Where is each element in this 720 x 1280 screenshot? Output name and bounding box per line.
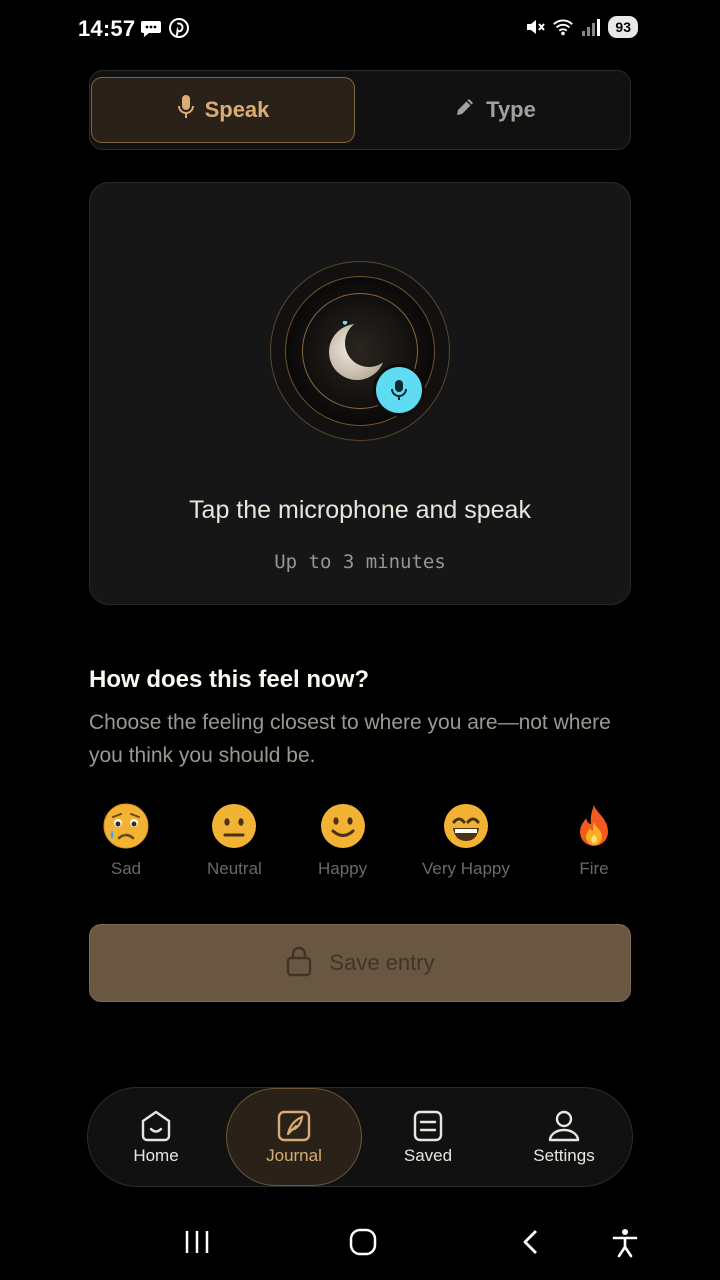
recent-apps-button[interactable] (184, 1228, 210, 1261)
mood-option-fire[interactable]: Fire (570, 802, 618, 879)
mood-heading: How does this feel now? (89, 666, 370, 693)
home-system-button[interactable] (349, 1228, 377, 1261)
mood-picker: Sad Neutral Happy Very Happy Fire (0, 802, 720, 882)
mood-label-fire: Fire (579, 859, 609, 878)
bottom-navigation: Home Journal Saved Settings (87, 1087, 633, 1187)
nav-settings[interactable]: Settings (514, 1088, 614, 1186)
mood-description: Choose the feeling closest to where you … (89, 711, 611, 767)
status-system-icons: 93 (524, 16, 638, 38)
lock-icon (285, 945, 313, 982)
nav-journal[interactable]: Journal (226, 1088, 362, 1186)
voice-instruction: Tap the microphone and speak (189, 496, 531, 524)
accessibility-button[interactable] (612, 1228, 638, 1263)
nav-saved-label: Saved (403, 1145, 453, 1165)
status-bar: 14:57 93 (0, 0, 720, 58)
back-icon (523, 1230, 537, 1254)
microphone-icon (391, 380, 407, 400)
mood-option-very-happy[interactable]: Very Happy (422, 802, 510, 879)
pencil-icon (454, 96, 476, 124)
saved-icon (413, 1110, 443, 1141)
mood-label-sad: Sad (110, 859, 142, 878)
pinterest-icon (168, 17, 190, 39)
wifi-icon (552, 16, 574, 38)
back-button[interactable] (520, 1228, 542, 1261)
mic-icon (177, 94, 195, 126)
type-tab-label: Type (486, 97, 536, 122)
save-entry-button[interactable]: Save entry (89, 924, 631, 1002)
accessibility-icon (612, 1229, 638, 1258)
fire-icon (570, 802, 618, 850)
battery-indicator: 93 (608, 16, 638, 38)
neutral-face-icon (210, 802, 258, 850)
grinning-face-icon (442, 802, 490, 850)
voice-orb[interactable] (270, 261, 450, 441)
speak-tab[interactable]: Speak (91, 77, 355, 143)
nav-journal-label: Journal (266, 1145, 322, 1165)
mood-option-sad[interactable]: Sad (102, 802, 150, 879)
crying-face-icon (102, 802, 150, 850)
speak-tab-label: Speak (204, 97, 270, 122)
journal-icon (277, 1110, 311, 1141)
record-button[interactable] (376, 367, 422, 413)
mood-label-very-happy: Very Happy (422, 859, 510, 878)
nav-home-label: Home (133, 1145, 179, 1165)
save-entry-label: Save entry (329, 950, 435, 975)
nav-settings-label: Settings (533, 1145, 595, 1165)
nav-home[interactable]: Home (108, 1088, 204, 1186)
status-time: 14:57 (78, 16, 136, 41)
voice-duration-hint: Up to 3 minutes (274, 551, 446, 573)
mood-label-neutral: Neutral (207, 859, 262, 878)
voice-recorder-card: Tap the microphone and speak Up to 3 min… (89, 182, 631, 605)
mute-icon (524, 16, 546, 38)
home-icon (141, 1110, 171, 1141)
mood-label-happy: Happy (318, 859, 368, 878)
home-circle-icon (349, 1228, 377, 1256)
status-notification-icons (140, 17, 190, 39)
mode-toggle: Speak Type (89, 70, 631, 150)
mood-option-happy[interactable]: Happy (318, 802, 367, 879)
chat-bubble-icon (140, 17, 162, 39)
signal-icon (580, 16, 602, 38)
type-tab[interactable]: Type (360, 77, 630, 143)
system-navigation-bar (0, 1212, 720, 1280)
moon-icon (329, 321, 385, 380)
mood-option-neutral[interactable]: Neutral (207, 802, 262, 879)
recent-apps-icon (185, 1231, 209, 1253)
person-icon (548, 1110, 580, 1141)
smiling-face-icon (319, 802, 367, 850)
nav-saved[interactable]: Saved (380, 1088, 476, 1186)
